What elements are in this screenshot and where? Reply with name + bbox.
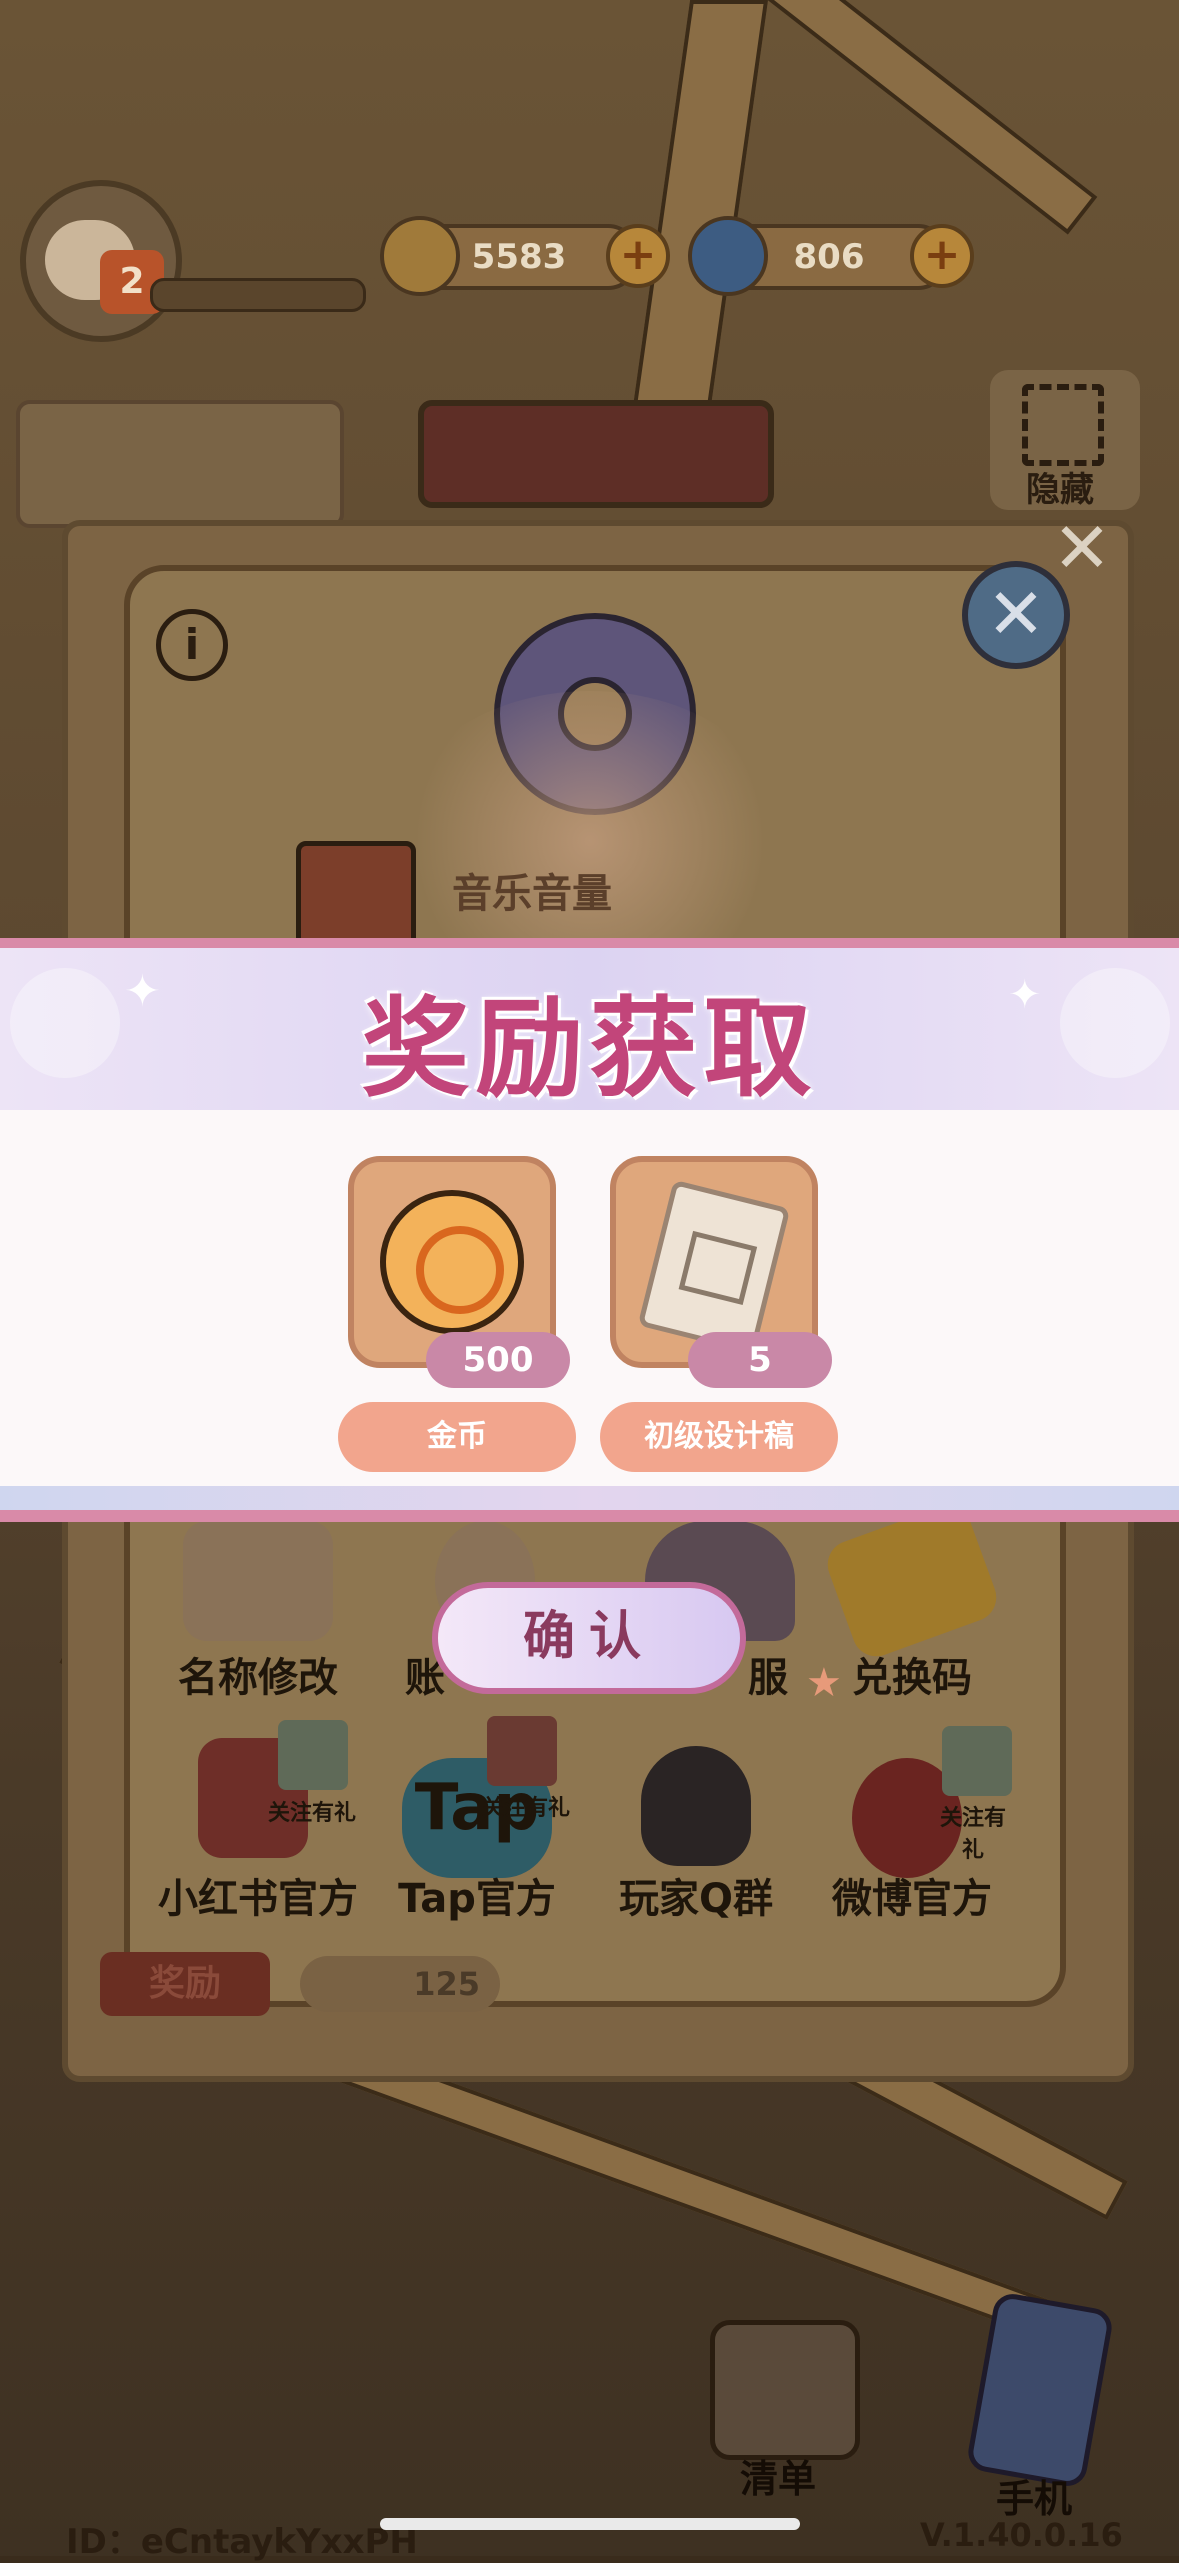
follow-gift-tag: 关注有礼 xyxy=(268,1801,357,1826)
weibo-label: 微博官方 xyxy=(832,1876,992,1922)
event-banner-button[interactable] xyxy=(418,400,774,508)
banner-bottom-border xyxy=(0,1510,1179,1522)
add-coins-button[interactable]: + xyxy=(606,224,670,288)
redeem-code-label: 兑换码 xyxy=(852,1655,972,1701)
reward-name-label: 金币 xyxy=(338,1402,576,1472)
version-label: V.1.40.0.16 xyxy=(920,2516,1123,2554)
coin-icon xyxy=(380,1190,524,1334)
reward-count-badge: 500 xyxy=(426,1332,570,1388)
checklist-label: 清单 xyxy=(740,2457,817,2501)
rewards-tab[interactable]: 奖励 xyxy=(100,1952,270,2016)
penguin-icon xyxy=(641,1746,751,1866)
outer-close-icon[interactable]: ✕ xyxy=(1052,513,1112,583)
character-portrait-card[interactable] xyxy=(16,400,344,528)
close-button[interactable]: ✕ xyxy=(962,561,1070,669)
confirm-button[interactable]: 确认 xyxy=(432,1582,746,1694)
expand-frame-icon xyxy=(1022,384,1104,466)
gift-icon xyxy=(487,1716,557,1786)
pencil-icon xyxy=(183,1521,333,1641)
music-volume-label: 音乐音量 xyxy=(452,871,612,917)
info-icon[interactable]: i xyxy=(156,609,228,681)
checklist-button[interactable]: 清单 xyxy=(700,2310,880,2501)
coin-icon xyxy=(380,216,460,296)
footer-coin-count: 125 xyxy=(413,1965,480,2003)
reward-popup: ✦ ✦ 奖励获取 500 金币 5 初级设计稿 xyxy=(0,938,1179,1522)
blueprint-scroll-icon xyxy=(637,1179,791,1355)
tap-label: Tap官方 xyxy=(398,1876,556,1922)
clipboard-check-icon xyxy=(710,2320,860,2460)
add-gems-button[interactable]: + xyxy=(910,224,974,288)
phone-button[interactable]: 手机 xyxy=(930,2290,1150,2521)
reward-popup-title: 奖励获取 xyxy=(361,987,818,1112)
reward-count-badge: 5 xyxy=(688,1332,832,1388)
gift-icon xyxy=(278,1720,348,1790)
banner-edge-decoration xyxy=(0,1486,1179,1510)
home-indicator[interactable] xyxy=(380,2518,800,2530)
star-sparkle-icon: ★ xyxy=(806,1660,842,1706)
rename-label: 名称修改 xyxy=(178,1655,338,1701)
coin-count: 5583 xyxy=(471,237,567,277)
follow-gift-tag: 关注有礼 xyxy=(482,1796,571,1821)
gift-icon xyxy=(942,1726,1012,1796)
rewards-tab-label: 奖励 xyxy=(148,1963,221,2004)
service-label: 服 xyxy=(748,1655,788,1701)
gem-count: 806 xyxy=(793,237,865,277)
footer-coin-counter: 125 xyxy=(300,1956,500,2012)
phone-icon xyxy=(965,2290,1115,2490)
xiaohongshu-label: 小红书官方 xyxy=(158,1876,358,1922)
swirl-gem-icon xyxy=(688,216,768,296)
hide-label: 隐藏 xyxy=(1026,470,1094,510)
follow-gift-tag: 关注有礼 xyxy=(939,1806,1006,1863)
hide-ui-button[interactable]: 隐藏 xyxy=(990,370,1140,510)
reward-popup-body xyxy=(0,1110,1179,1510)
reward-name-label: 初级设计稿 xyxy=(600,1402,838,1472)
phone-label: 手机 xyxy=(996,2477,1073,2521)
exp-bar xyxy=(150,278,366,312)
qq-group-label: 玩家Q群 xyxy=(618,1876,773,1922)
